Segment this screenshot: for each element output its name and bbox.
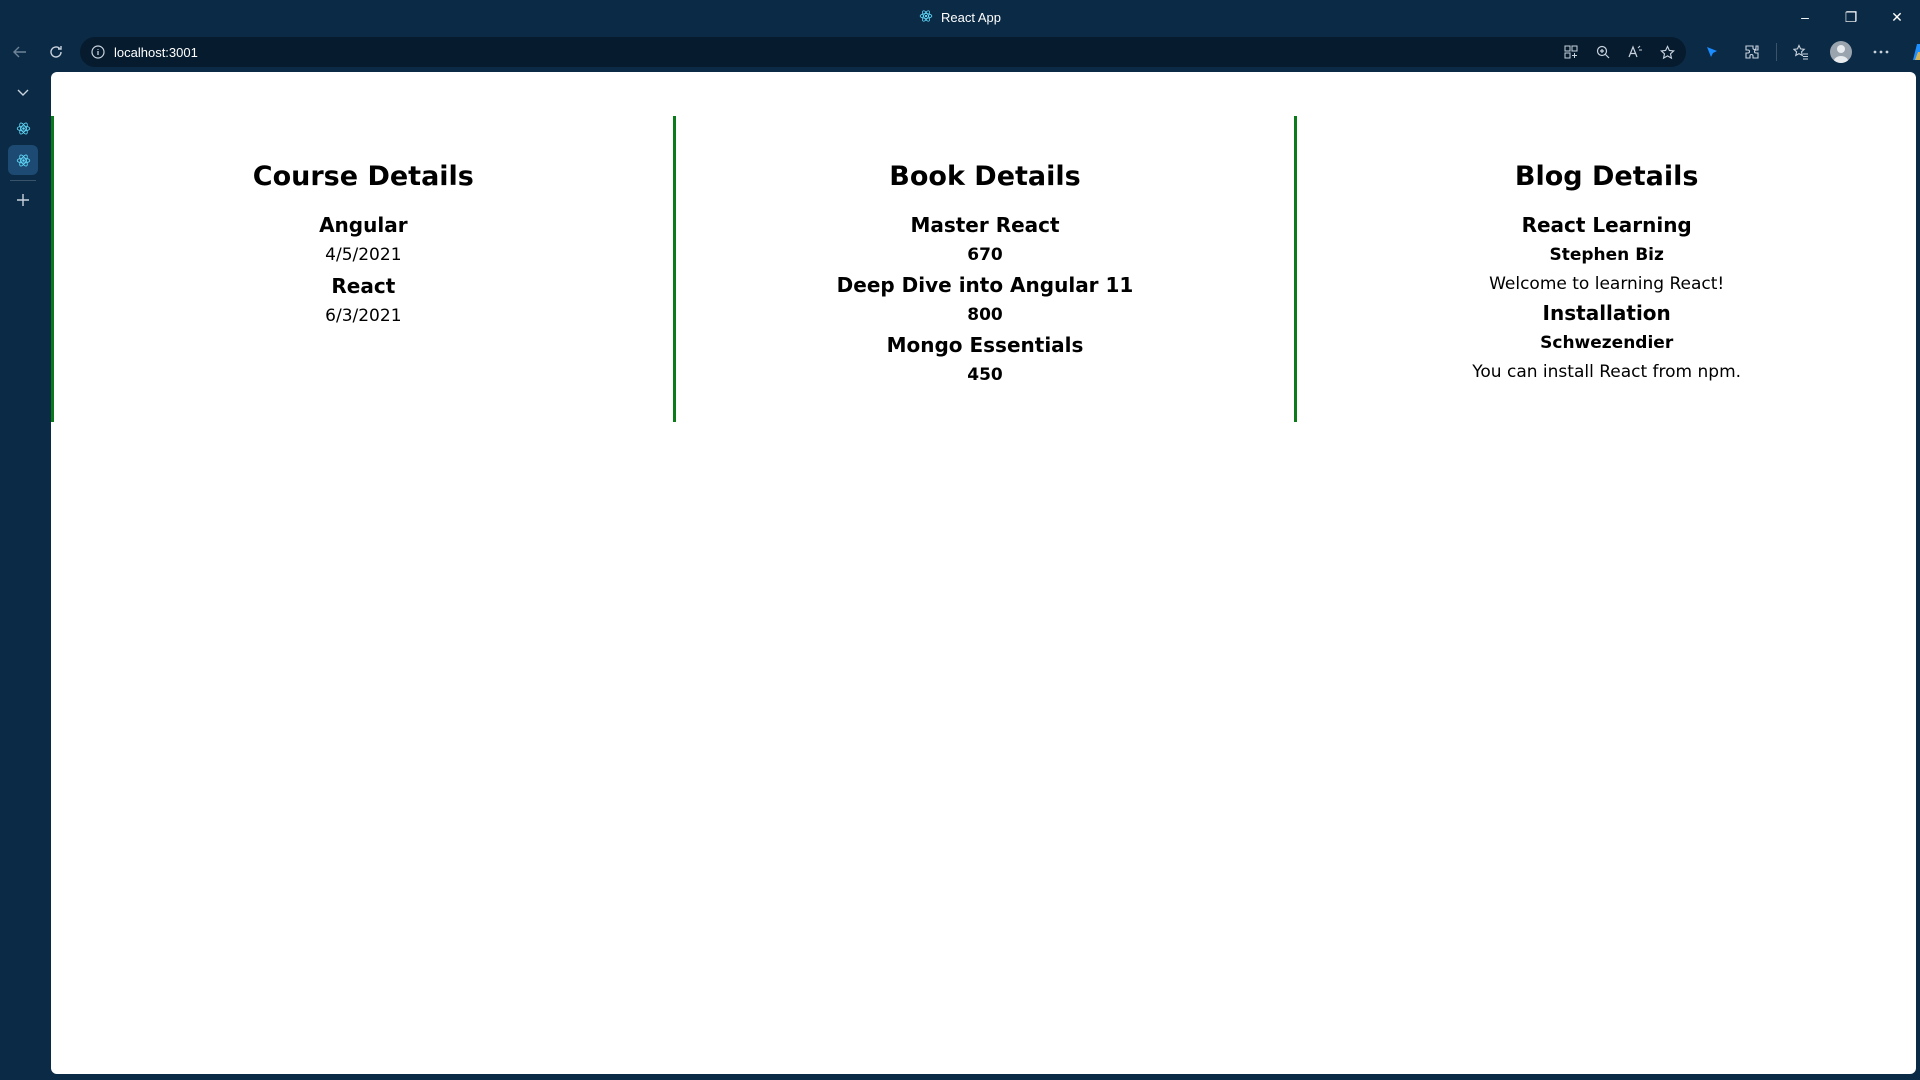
book-name: Mongo Essentials bbox=[886, 333, 1084, 357]
minimize-button[interactable]: – bbox=[1782, 0, 1828, 34]
address-bar[interactable] bbox=[80, 37, 1686, 67]
blog-author: Schwezendier bbox=[1540, 333, 1674, 353]
app-available-icon[interactable] bbox=[1560, 41, 1582, 63]
course-name: React bbox=[331, 274, 396, 298]
course-details-column: Course Details Angular 4/5/2021 React 6/… bbox=[51, 116, 673, 422]
copilot-arrow-icon[interactable] bbox=[1696, 38, 1728, 66]
avatar bbox=[1830, 41, 1852, 63]
blog-title: React Learning bbox=[1521, 213, 1692, 237]
read-aloud-icon[interactable] bbox=[1624, 41, 1646, 63]
blog-details-heading: Blog Details bbox=[1514, 161, 1699, 192]
back-icon[interactable] bbox=[6, 38, 34, 66]
book-details-heading: Book Details bbox=[889, 161, 1081, 192]
favorite-star-icon[interactable] bbox=[1656, 41, 1678, 63]
details-columns: Course Details Angular 4/5/2021 React 6/… bbox=[51, 116, 1916, 422]
toolbar-divider bbox=[1776, 43, 1777, 61]
react-logo-icon bbox=[919, 9, 933, 26]
book-price: 450 bbox=[967, 365, 1003, 385]
restore-button[interactable]: ❐ bbox=[1828, 0, 1874, 34]
book-name: Deep Dive into Angular 11 bbox=[836, 273, 1134, 297]
tab-actions-icon[interactable] bbox=[8, 78, 38, 108]
blog-content: Welcome to learning React! bbox=[1489, 274, 1725, 294]
window-controls: – ❐ ✕ bbox=[1782, 0, 1920, 34]
course-name: Angular bbox=[319, 213, 408, 237]
book-price: 800 bbox=[967, 305, 1003, 325]
react-tab-icon[interactable] bbox=[8, 145, 38, 175]
address-bar-icons bbox=[1560, 37, 1678, 67]
course-date: 6/3/2021 bbox=[325, 306, 402, 326]
new-tab-icon[interactable] bbox=[8, 185, 38, 215]
window-title: React App bbox=[941, 9, 1001, 25]
course-details-heading: Course Details bbox=[252, 161, 474, 192]
browser-toolbar bbox=[0, 34, 1920, 70]
course-item: Angular 4/5/2021 bbox=[54, 210, 673, 271]
copilot-icon[interactable] bbox=[1905, 38, 1920, 66]
blog-item: Installation Schwezendier You can instal… bbox=[1297, 298, 1916, 386]
book-name: Master React bbox=[910, 213, 1060, 237]
page-viewport: Course Details Angular 4/5/2021 React 6/… bbox=[51, 72, 1916, 1074]
book-details-column: Book Details Master React 670 Deep Dive … bbox=[672, 116, 1295, 422]
book-item: Deep Dive into Angular 11 800 bbox=[676, 270, 1295, 330]
blog-details-column: Blog Details React Learning Stephen Biz … bbox=[1294, 116, 1916, 422]
blog-title: Installation bbox=[1542, 301, 1671, 325]
profile-icon[interactable] bbox=[1825, 38, 1857, 66]
book-item: Mongo Essentials 450 bbox=[676, 330, 1295, 390]
extensions-icon[interactable] bbox=[1736, 38, 1768, 66]
book-item: Master React 670 bbox=[676, 210, 1295, 270]
window-title-area: React App bbox=[0, 0, 1920, 34]
react-tab-icon[interactable] bbox=[8, 113, 38, 143]
title-bar: React App – ❐ ✕ bbox=[0, 0, 1920, 34]
blog-content: You can install React from npm. bbox=[1472, 362, 1742, 382]
right-toolbar bbox=[1696, 38, 1920, 66]
zoom-icon[interactable] bbox=[1592, 41, 1614, 63]
refresh-icon[interactable] bbox=[42, 38, 70, 66]
course-date: 4/5/2021 bbox=[325, 245, 402, 265]
blog-author: Stephen Biz bbox=[1549, 245, 1664, 265]
blog-item: React Learning Stephen Biz Welcome to le… bbox=[1297, 210, 1916, 298]
book-price: 670 bbox=[967, 245, 1003, 265]
sidebar-divider bbox=[10, 180, 36, 181]
close-button[interactable]: ✕ bbox=[1874, 0, 1920, 34]
course-item: React 6/3/2021 bbox=[54, 271, 673, 332]
site-info-icon[interactable] bbox=[88, 42, 108, 62]
url-input[interactable] bbox=[114, 44, 1414, 60]
more-icon[interactable] bbox=[1865, 38, 1897, 66]
favorites-icon[interactable] bbox=[1785, 38, 1817, 66]
vertical-tabs-sidebar bbox=[0, 70, 50, 1080]
